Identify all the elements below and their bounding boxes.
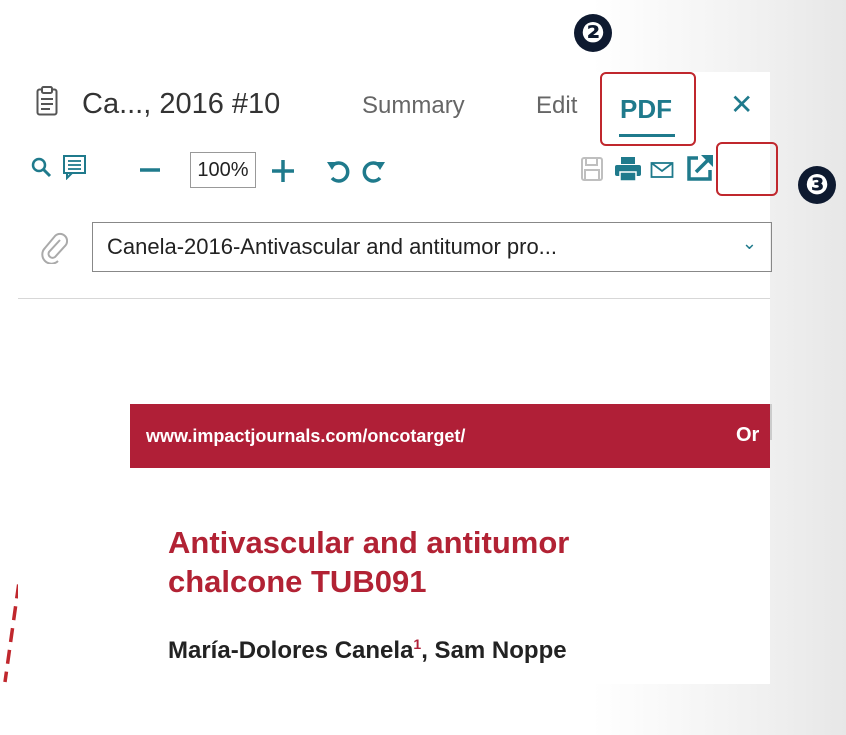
rotate-right-icon[interactable] [360,158,386,184]
step-2-badge: ❷ [574,14,612,52]
rotate-left-icon[interactable] [326,158,352,184]
clipboard-icon [36,86,58,116]
print-icon[interactable] [614,156,642,182]
pdf-file-select[interactable]: Canela-2016-Antivascular and antitumor p… [92,222,772,272]
zoom-out-icon[interactable] [138,158,162,182]
journal-url: www.impactjournals.com/oncotarget/ [146,426,466,446]
journal-banner: www.impactjournals.com/oncotarget/ Or [130,404,770,468]
tab-edit[interactable]: Edit [536,92,577,120]
step-3-badge: ❸ [798,166,836,204]
search-icon[interactable] [30,156,52,178]
pdf-viewer[interactable]: www.impactjournals.com/oncotarget/ Or An… [18,302,770,684]
reference-tab-bar: Ca..., 2016 #10 Summary Edit PDF ✕ [18,72,770,146]
paper-title: Antivascular and antitumor chalcone TUB0… [168,524,569,602]
author-2: , Sam Noppe [421,637,567,664]
comment-icon[interactable] [62,154,88,180]
open-external-highlight [716,142,778,196]
paper-title-line2: chalcone TUB091 [168,563,427,599]
paperclip-icon [41,232,68,264]
reference-panel: Ca..., 2016 #10 Summary Edit PDF ✕ 100% [18,72,778,684]
divider [18,298,770,299]
pdf-tab-highlight [600,72,696,146]
paper-authors: María-Dolores Canela1, Sam Noppe [168,636,567,665]
save-icon[interactable] [580,156,604,182]
chevron-down-icon: ⌄ [741,233,757,253]
close-icon[interactable]: ✕ [730,88,753,121]
tab-summary[interactable]: Summary [362,92,465,120]
paper-title-line1: Antivascular and antitumor [168,525,570,560]
open-external-icon[interactable] [684,152,716,184]
scrollbar[interactable] [770,404,772,440]
author-1: María-Dolores Canela [168,637,414,664]
pdf-file-name: Canela-2016-Antivascular and antitumor p… [107,234,558,259]
journal-banner-right: Or [736,424,760,446]
email-icon[interactable] [650,160,674,180]
reference-title: Ca..., 2016 #10 [82,88,281,120]
zoom-in-icon[interactable] [270,158,296,184]
zoom-input[interactable]: 100% [190,152,256,188]
